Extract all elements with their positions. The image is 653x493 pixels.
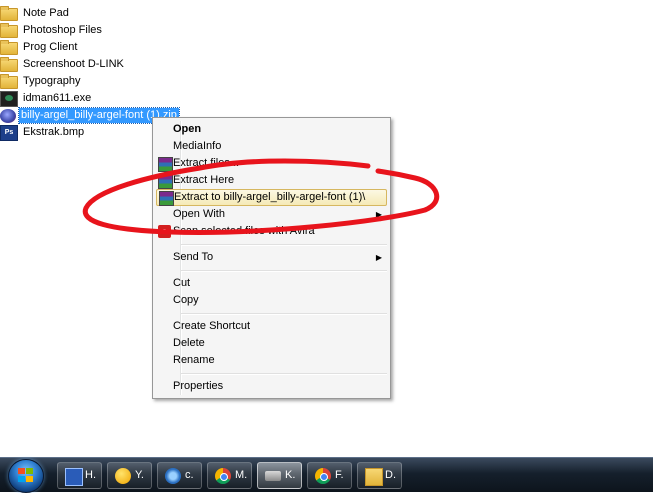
taskbar-label: F. [335,469,344,481]
menu-separator [181,270,387,272]
menu-label: Properties [173,380,224,392]
file-item-folder[interactable]: Prog Client [0,39,200,56]
context-menu: Open MediaInfo Extract files... Extract … [152,117,391,399]
file-item-folder[interactable]: Screenshoot D-LINK [0,56,200,73]
menu-label: Open [173,123,202,135]
taskbar-button-active[interactable]: K. [257,462,302,489]
bmp-icon: Ps [0,124,18,141]
menu-label: Create Shortcut [173,320,251,332]
window-icon [65,468,83,486]
menu-item-cut[interactable]: Cut [156,275,387,292]
taskbar-label: K. [285,469,296,481]
taskbar: H. Y. c. M. K. F. D. [0,457,653,493]
menu-item-copy[interactable]: Copy [156,292,387,309]
internet-explorer-icon [165,468,181,484]
start-button[interactable] [8,459,44,493]
file-item-exe[interactable]: idman611.exe [0,90,200,107]
winrar-icon [158,174,173,189]
winrar-icon [159,191,174,206]
menu-separator [181,373,387,375]
taskbar-button[interactable]: F. [307,462,352,489]
folder-icon [365,468,383,486]
file-name: Prog Client [23,41,78,53]
file-list: Note Pad Photoshop Files Prog Client Scr… [0,0,200,141]
submenu-arrow-icon: ▶ [375,253,382,262]
avira-icon: a [158,225,171,238]
taskbar-button[interactable]: Y. [107,462,152,489]
file-item-folder[interactable]: Photoshop Files [0,22,200,39]
menu-item-mediainfo[interactable]: MediaInfo [156,138,387,155]
menu-separator [181,244,387,246]
taskbar-button[interactable]: H. [57,462,102,489]
folder-icon [0,6,18,21]
zip-icon [0,108,16,123]
file-name: Screenshoot D-LINK [23,58,124,70]
menu-label: Rename [173,354,215,366]
taskbar-button[interactable]: M. [207,462,252,489]
menu-label: Copy [173,294,199,306]
menu-item-send-to[interactable]: Send To ▶ [156,249,387,266]
submenu-arrow-icon: ▶ [375,210,382,219]
menu-item-open-with[interactable]: Open With ▶ [156,206,387,223]
menu-label: Extract Here [173,174,235,186]
menu-item-delete[interactable]: Delete [156,335,387,352]
menu-item-properties[interactable]: Properties [156,378,387,395]
file-name: Photoshop Files [23,24,102,36]
menu-label: MediaInfo [173,140,222,152]
menu-item-open[interactable]: Open [156,121,387,138]
file-item-folder[interactable]: Note Pad [0,5,200,22]
menu-item-extract-to-folder[interactable]: Extract to billy-argel_billy-argel-font … [156,189,387,206]
exe-icon [0,90,18,107]
menu-item-extract-files[interactable]: Extract files... [156,155,387,172]
menu-item-extract-here[interactable]: Extract Here [156,172,387,189]
file-name: Ekstrak.bmp [23,126,85,138]
taskbar-button[interactable]: c. [157,462,202,489]
menu-label: Cut [173,277,191,289]
drive-icon [265,471,281,481]
folder-icon [0,23,18,38]
winrar-icon [158,157,173,172]
chrome-icon [215,468,231,484]
file-name: Typography [23,75,81,87]
taskbar-button[interactable]: D. [357,462,402,489]
menu-separator [181,313,387,315]
folder-icon [0,74,18,89]
menu-item-create-shortcut[interactable]: Create Shortcut [156,318,387,335]
taskbar-label: M. [235,469,248,481]
menu-label: Extract to billy-argel_billy-argel-font … [174,191,366,203]
menu-item-rename[interactable]: Rename [156,352,387,369]
yahoo-messenger-icon [115,468,131,484]
taskbar-label: Y. [135,469,144,481]
menu-label: Extract files... [173,157,240,169]
menu-label: Delete [173,337,205,349]
file-name: Note Pad [23,7,69,19]
menu-item-scan-avira[interactable]: a Scan selected files with Avira [156,223,387,240]
taskbar-label: H. [85,469,96,481]
folder-icon [0,57,18,72]
taskbar-label: c. [185,469,194,481]
menu-label: Open With [173,208,225,220]
chrome-icon [315,468,331,484]
windows-logo-icon [18,468,34,483]
menu-label: Scan selected files with Avira [173,225,315,237]
file-item-folder[interactable]: Typography [0,73,200,90]
taskbar-label: D. [385,469,396,481]
folder-icon [0,40,18,55]
file-name: idman611.exe [23,92,92,104]
menu-label: Send To [173,251,214,263]
